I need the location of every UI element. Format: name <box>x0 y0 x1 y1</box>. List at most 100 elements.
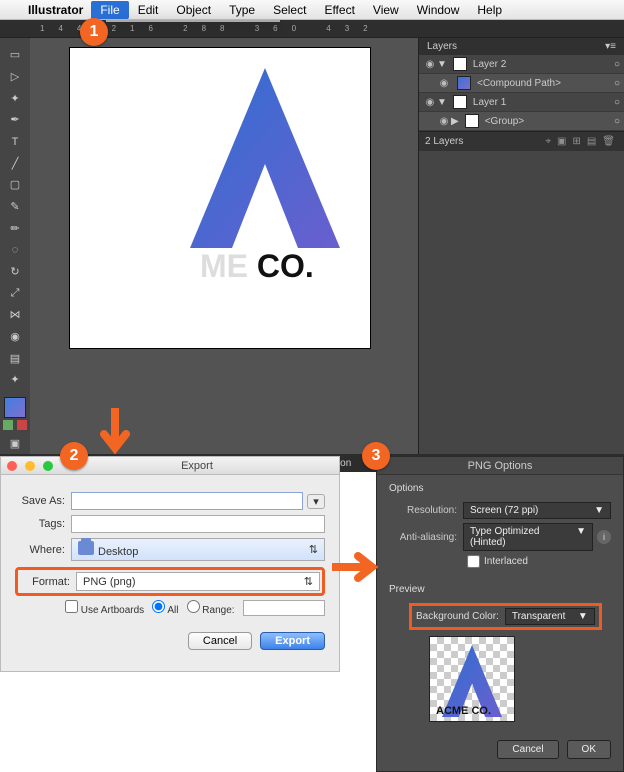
background-color-label: Background Color: <box>416 611 505 622</box>
panel-menu-icon[interactable]: ▾≡ <box>605 41 616 52</box>
menu-type[interactable]: Type <box>220 1 264 19</box>
layers-header[interactable]: Layers▾≡ <box>419 38 624 55</box>
arrow-down-icon <box>100 408 130 458</box>
menu-select[interactable]: Select <box>264 1 315 19</box>
menu-help[interactable]: Help <box>468 1 511 19</box>
save-as-input[interactable] <box>71 492 303 510</box>
screen-mode-icon[interactable]: ▣ <box>3 433 27 453</box>
locate-icon[interactable]: ⌖ <box>545 136 551 147</box>
callout-badge-1: 1 <box>80 18 108 46</box>
pen-tool-icon[interactable]: ✒ <box>3 110 27 130</box>
layer-row[interactable]: ◉▼Layer 2○ <box>419 55 624 74</box>
tags-label: Tags: <box>15 518 71 530</box>
png-options-dialog: PNG Options Options Resolution:Screen (7… <box>376 456 624 772</box>
line-tool-icon[interactable]: ╱ <box>3 153 27 173</box>
range-input[interactable] <box>243 600 325 616</box>
app-name[interactable]: Illustrator <box>20 3 91 17</box>
eraser-tool-icon[interactable]: ◌ <box>3 240 27 260</box>
visibility-icon[interactable]: ◉ <box>423 97 437 108</box>
visibility-icon[interactable]: ◉ <box>423 59 437 70</box>
new-layer-icon[interactable]: ▤ <box>587 136 596 147</box>
menu-object[interactable]: Object <box>167 1 220 19</box>
make-clip-icon[interactable]: ▣ <box>557 136 566 147</box>
menu-edit[interactable]: Edit <box>129 1 168 19</box>
all-radio[interactable]: All <box>152 600 178 616</box>
menu-file[interactable]: File <box>91 1 128 19</box>
workspace: ▭ ▷ ✦ ✒ T ╱ ▢ ✎ ✏ ◌ ↻ ⤢ ⋈ ◉ ▤ ✦ ▣ ME CO.… <box>0 38 624 454</box>
menu-window[interactable]: Window <box>408 1 469 19</box>
resolution-select[interactable]: Screen (72 ppi)▼ <box>463 502 611 519</box>
callout-badge-3: 3 <box>362 442 390 470</box>
background-color-select[interactable]: Transparent▼ <box>505 608 595 625</box>
png-options-title: PNG Options <box>377 457 623 475</box>
where-select[interactable]: Desktop⇅ <box>71 538 325 561</box>
gradient-tool-icon[interactable]: ▤ <box>3 348 27 368</box>
use-artboards-checkbox[interactable]: Use Artboards <box>65 600 144 616</box>
format-select[interactable]: PNG (png)⇅ <box>76 572 320 591</box>
chevron-down-icon: ▼ <box>576 526 586 548</box>
antialiasing-label: Anti-aliasing: <box>389 532 463 543</box>
arrow-right-icon <box>332 552 382 582</box>
brush-tool-icon[interactable]: ✎ <box>3 197 27 217</box>
mac-menubar: Illustrator File Edit Object Type Select… <box>0 0 624 20</box>
tool-panel: ▭ ▷ ✦ ✒ T ╱ ▢ ✎ ✏ ◌ ↻ ⤢ ⋈ ◉ ▤ ✦ ▣ <box>0 38 30 454</box>
artboard: ME CO. <box>70 48 370 348</box>
folder-icon <box>78 541 94 555</box>
scale-tool-icon[interactable]: ⤢ <box>3 283 27 303</box>
logo-text: ME CO. <box>200 248 314 285</box>
info-icon[interactable]: i <box>597 530 611 544</box>
format-highlight: Format:PNG (png)⇅ <box>15 567 325 596</box>
export-button[interactable]: Export <box>260 632 325 650</box>
rectangle-tool-icon[interactable]: ▢ <box>3 175 27 195</box>
layer-row[interactable]: ◉▼Layer 1○ <box>419 93 624 112</box>
canvas-area[interactable]: ME CO. <box>30 38 418 454</box>
ok-button[interactable]: OK <box>567 740 611 759</box>
magic-wand-tool-icon[interactable]: ✦ <box>3 88 27 108</box>
chevron-down-icon: ▼ <box>578 611 588 622</box>
background-highlight: Background Color: Transparent▼ <box>409 603 602 630</box>
interlaced-checkbox[interactable]: Interlaced <box>467 555 611 568</box>
callout-badge-2: 2 <box>60 442 88 470</box>
preview-text: ACME CO. <box>436 705 491 717</box>
shape-builder-tool-icon[interactable]: ◉ <box>3 327 27 347</box>
preview-section-label: Preview <box>389 584 611 595</box>
new-sublayer-icon[interactable]: ⊞ <box>572 136 580 147</box>
save-as-label: Save As: <box>15 495 71 507</box>
color-mode-icon[interactable] <box>3 420 13 430</box>
direct-selection-tool-icon[interactable]: ▷ <box>3 67 27 87</box>
layer-row[interactable]: ◉<Compound Path>○ <box>419 74 624 93</box>
fill-swatch[interactable] <box>4 397 26 419</box>
cancel-button[interactable]: Cancel <box>497 740 558 759</box>
type-tool-icon[interactable]: T <box>3 132 27 152</box>
rotate-tool-icon[interactable]: ↻ <box>3 262 27 282</box>
delete-icon[interactable]: 🗑 <box>602 136 615 147</box>
visibility-icon[interactable]: ◉ <box>437 78 451 89</box>
eyedropper-tool-icon[interactable]: ✦ <box>3 370 27 390</box>
layer-row[interactable]: ◉▶<Group>○ <box>419 112 624 131</box>
menu-effect[interactable]: Effect <box>315 1 363 19</box>
layers-footer: 2 Layers ⌖▣⊞▤🗑 <box>419 131 624 151</box>
width-tool-icon[interactable]: ⋈ <box>3 305 27 325</box>
antialiasing-select[interactable]: Type Optimized (Hinted)▼ <box>463 523 593 551</box>
chevron-updown-icon: ⇅ <box>304 575 313 588</box>
file-menu-dropdown <box>106 20 280 22</box>
zoom-icon[interactable] <box>43 461 53 471</box>
format-label: Format: <box>20 576 76 588</box>
where-label: Where: <box>15 544 71 556</box>
close-icon[interactable] <box>7 461 17 471</box>
cancel-button[interactable]: Cancel <box>188 632 252 650</box>
range-radio[interactable]: Range: <box>187 600 235 616</box>
logo-shape <box>190 68 340 248</box>
menu-view[interactable]: View <box>364 1 408 19</box>
chevron-updown-icon: ⇅ <box>309 543 318 556</box>
visibility-icon[interactable]: ◉ <box>437 116 451 127</box>
export-titlebar: Export <box>1 457 339 475</box>
tags-input[interactable] <box>71 515 325 533</box>
color-mode-icon[interactable] <box>17 420 27 430</box>
expand-icon[interactable]: ▾ <box>307 494 325 509</box>
preview-thumbnail: ACME CO. <box>429 636 515 722</box>
selection-tool-icon[interactable]: ▭ <box>3 45 27 65</box>
chevron-down-icon: ▼ <box>594 505 604 516</box>
pencil-tool-icon[interactable]: ✏ <box>3 218 27 238</box>
minimize-icon[interactable] <box>25 461 35 471</box>
